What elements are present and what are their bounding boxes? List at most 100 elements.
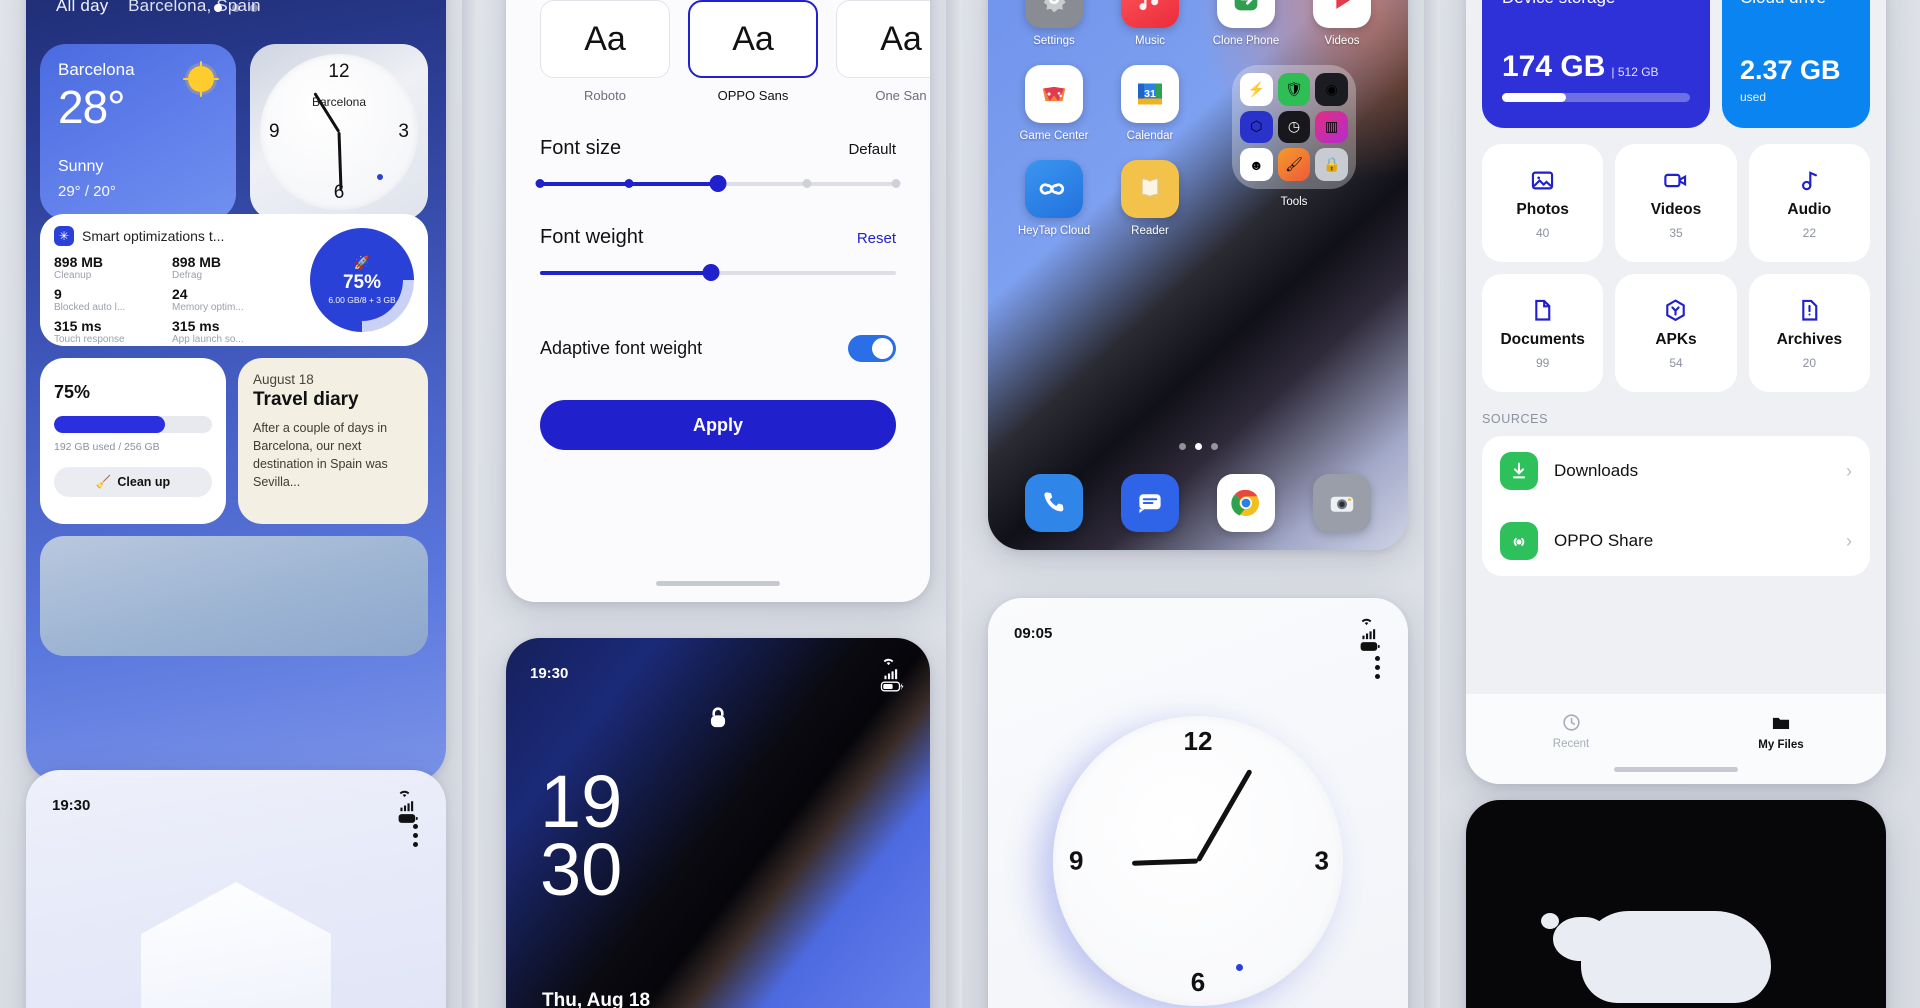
slider-tick-0[interactable] xyxy=(535,179,545,188)
bolt-icon[interactable]: ⚡ xyxy=(1240,73,1273,106)
source-row-oppo-share[interactable]: OPPO Share › xyxy=(1482,506,1870,576)
file-type-documents[interactable]: Documents 99 xyxy=(1482,274,1604,392)
diary-body: After a couple of days in Barcelona, our… xyxy=(253,421,388,490)
launcher-home-screen[interactable]: Settings Music Clone Phone Videos Game C… xyxy=(988,0,1408,550)
launcher-dot-3[interactable] xyxy=(1210,443,1218,450)
stat-cell: 315 ms App launch so... xyxy=(172,318,274,346)
app-reader[interactable]: Reader xyxy=(1102,160,1198,237)
sound-wave-icon[interactable]: ▥ xyxy=(1315,110,1348,144)
stat-value: 24 xyxy=(172,286,188,303)
file-type-audio[interactable]: Audio 22 xyxy=(1748,144,1870,262)
app-calendar[interactable]: 31 Calendar xyxy=(1102,65,1198,142)
file-type-videos[interactable]: Videos 35 xyxy=(1615,144,1737,262)
font-weight-reset-link[interactable]: Reset xyxy=(857,230,896,247)
file-manager-screen[interactable]: Device storage 174 GB | 512 GB Cloud driv… xyxy=(1466,0,1886,784)
wifi-icon xyxy=(399,790,410,798)
stat-cell: 898 MB Cleanup xyxy=(54,254,156,282)
tab-label: My Files xyxy=(1758,738,1804,751)
phone-icon[interactable] xyxy=(1025,474,1083,532)
font-size-slider[interactable] xyxy=(535,175,901,192)
app-game-center[interactable]: Game Center xyxy=(1006,65,1102,142)
play-icon xyxy=(1313,0,1371,28)
page-dot-2[interactable] xyxy=(232,4,240,12)
file-type-name: APKs xyxy=(1655,330,1697,348)
clock-app-screen[interactable]: 09:05 12 3 6 9 xyxy=(988,598,1408,1008)
font-settings-screen[interactable]: Aa Roboto Aa OPPO Sans Aa One San Font s… xyxy=(506,0,930,602)
gem-icon[interactable]: ⬡ xyxy=(1240,110,1273,144)
kebab-menu-icon[interactable] xyxy=(413,824,418,847)
kebab-menu-icon[interactable] xyxy=(1375,656,1380,679)
stat-value: 9 xyxy=(54,286,62,303)
wallpaper-screen[interactable] xyxy=(1466,800,1886,1008)
slider-tick-1[interactable] xyxy=(624,179,634,188)
device-storage-card[interactable]: Device storage 174 GB | 512 GB xyxy=(1482,0,1710,128)
font-option-roboto[interactable]: Aa Roboto xyxy=(540,0,670,103)
launcher-dot-2[interactable] xyxy=(1194,443,1202,450)
slider-tick-3[interactable] xyxy=(802,179,812,188)
cloud-drive-caption: used xyxy=(1740,90,1767,104)
sticker-icon[interactable]: ☻ xyxy=(1240,148,1273,181)
paint-roller-icon[interactable]: 🖌 xyxy=(1277,148,1311,181)
file-type-name: Archives xyxy=(1776,330,1843,348)
app-settings[interactable]: Settings xyxy=(1006,0,1102,47)
smart-optimization-stats: 898 MB Cleanup 898 MB Defrag 9 Blocked auto… xyxy=(54,254,274,346)
widget-home-screen[interactable]: All day Barcelona, Spain Barcelona 28° S… xyxy=(26,0,446,782)
font-option-one-sans[interactable]: Aa One San xyxy=(836,0,930,103)
file-type-archives[interactable]: Archives 20 xyxy=(1748,274,1870,392)
widget-page-dots[interactable] xyxy=(26,4,446,12)
battery-charging-icon xyxy=(880,681,904,692)
app-music[interactable]: Music xyxy=(1102,0,1198,47)
smart-optimization-widget[interactable]: Smart optimizations t... 898 MBCleanup 8… xyxy=(40,214,428,346)
clean-up-button[interactable]: 🧹 Clean up xyxy=(54,467,212,497)
app-folder-tools[interactable]: ⚡ 🛡 ◉ ⬡ ◷ ▥ ☻ 🖌 🔒 Tools xyxy=(1198,65,1390,208)
source-row-downloads[interactable]: Downloads › xyxy=(1482,436,1870,506)
wifi-icon xyxy=(1361,618,1372,626)
security-screen[interactable]: 19:30 xyxy=(26,770,446,1008)
clock-num-12: 12 xyxy=(328,61,350,82)
message-icon[interactable] xyxy=(1121,474,1179,532)
slider-tick-4[interactable] xyxy=(891,179,901,188)
weather-widget[interactable]: Barcelona 28° Sunny 29° / 20° xyxy=(40,44,236,220)
cloud-drive-card[interactable]: Cloud drive 2.37 GB used xyxy=(1722,0,1870,128)
clock-num-9: 9 xyxy=(1069,845,1084,876)
clone-phone-icon xyxy=(1217,0,1275,28)
lock-icon[interactable]: 🔒 xyxy=(1315,148,1348,181)
status-icons xyxy=(880,654,906,693)
file-type-photos[interactable]: Photos 40 xyxy=(1482,144,1604,262)
apply-button[interactable]: Apply xyxy=(540,400,896,450)
status-bar: 09:05 xyxy=(1014,614,1382,653)
app-clone-phone[interactable]: Clone Phone xyxy=(1198,0,1294,47)
clock-widget[interactable]: 12 3 6 9 Barcelona xyxy=(250,44,428,220)
file-type-name: Photos xyxy=(1516,200,1569,218)
font-size-knob[interactable] xyxy=(709,175,727,192)
travel-diary-widget[interactable]: August 18 Travel diary After a couple of… xyxy=(238,358,428,524)
app-videos[interactable]: Videos xyxy=(1294,0,1390,47)
lock-screen[interactable]: 19:30 19 30 Thu, Aug 18 Fast charging... xyxy=(506,638,930,1008)
file-type-grid: Photos 40 Videos 35 Audio 22 Documents 9… xyxy=(1482,144,1870,392)
chrome-icon[interactable] xyxy=(1217,474,1275,532)
adaptive-font-weight-toggle[interactable] xyxy=(848,335,896,362)
file-type-count: 40 xyxy=(1535,225,1550,240)
file-type-apks[interactable]: APKs 54 xyxy=(1615,274,1737,392)
font-weight-slider[interactable] xyxy=(540,264,896,281)
file-manager-tabbar: Recent My Files xyxy=(1466,694,1886,784)
launcher-page-dots[interactable] xyxy=(988,443,1408,450)
app-heytap-cloud[interactable]: HeyTap Cloud xyxy=(1006,160,1102,237)
page-dot-3[interactable] xyxy=(250,4,258,12)
lock-clock: 19 30 xyxy=(540,764,622,906)
font-chooser-row[interactable]: Aa Roboto Aa OPPO Sans Aa One San xyxy=(540,0,930,103)
storage-widget[interactable]: 75% 192 GB used / 256 GB 🧹 Clean up xyxy=(40,358,226,524)
status-time: 19:30 xyxy=(530,665,569,682)
font-weight-knob[interactable] xyxy=(702,264,720,281)
shield-bolt-icon[interactable]: 🛡 xyxy=(1277,73,1311,106)
photo-widget[interactable] xyxy=(40,536,428,656)
font-option-oppo-sans[interactable]: Aa OPPO Sans xyxy=(688,0,818,103)
compass-icon[interactable]: ◉ xyxy=(1315,73,1348,106)
folder-grid[interactable]: ⚡ 🛡 ◉ ⬡ ◷ ▥ ☻ 🖌 🔒 xyxy=(1232,65,1356,189)
page-dot-1[interactable] xyxy=(214,4,222,12)
camera-icon[interactable] xyxy=(1313,474,1371,532)
download-icon xyxy=(1500,452,1538,490)
clock-icon[interactable]: ◷ xyxy=(1277,110,1311,144)
launcher-dot-1[interactable] xyxy=(1178,443,1186,450)
adaptive-font-weight-row[interactable]: Adaptive font weight xyxy=(540,335,896,362)
